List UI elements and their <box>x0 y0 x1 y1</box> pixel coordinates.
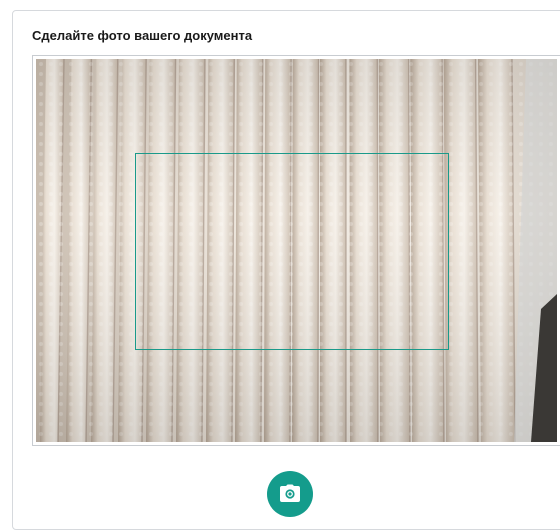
capture-photo-button[interactable] <box>267 471 313 517</box>
dialog-title: Сделайте фото вашего документа <box>32 28 253 43</box>
camera-preview-frame <box>32 55 560 446</box>
camera-feed <box>36 59 557 442</box>
document-guide-box <box>135 153 449 350</box>
camera-icon <box>280 484 300 502</box>
photo-capture-dialog: Сделайте фото вашего документа <box>12 10 560 530</box>
